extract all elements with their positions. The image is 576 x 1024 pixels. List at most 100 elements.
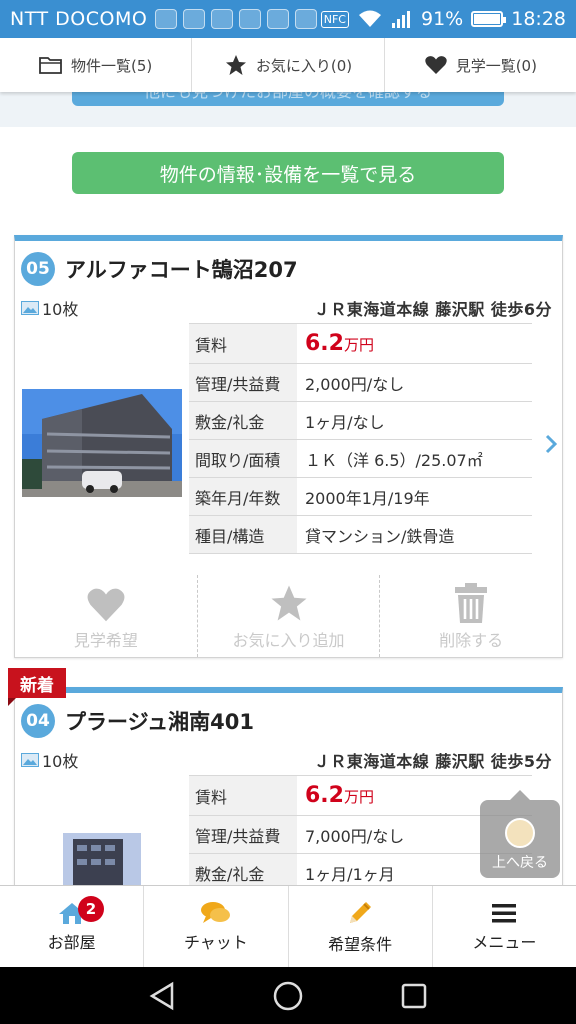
detail-value: 2000年1月/19年 bbox=[305, 488, 430, 508]
photo-count-label: 10枚 bbox=[42, 752, 79, 771]
image-icon bbox=[21, 753, 39, 767]
signal-icon bbox=[392, 11, 410, 28]
view-other-rooms-button[interactable]: 他にも見つけたお部屋の概要を確認する bbox=[72, 92, 504, 106]
star-icon bbox=[271, 585, 306, 621]
nav-label: チャット bbox=[183, 932, 248, 952]
property-number: 05 bbox=[21, 252, 55, 286]
detail-row-rent: 賃料 6.2万円 bbox=[189, 323, 532, 364]
detail-value: 貸マンション/鉄骨造 bbox=[305, 526, 455, 546]
notification-badge: 2 bbox=[78, 896, 104, 922]
chat-icon bbox=[200, 901, 230, 923]
nav-chat[interactable]: チャット bbox=[144, 886, 289, 967]
system-navigation-bar bbox=[0, 967, 576, 1024]
gallery-notification-icon bbox=[155, 9, 178, 29]
chevron-right-icon[interactable] bbox=[544, 433, 558, 455]
rent-unit: 万円 bbox=[343, 788, 374, 806]
mascot-icon bbox=[505, 818, 535, 848]
detail-label: 管理/共益費 bbox=[189, 816, 297, 853]
tab-label: お気に入り(0) bbox=[255, 56, 353, 75]
wifi-icon bbox=[359, 10, 381, 27]
view-all-specs-button[interactable]: 物件の情報･設備を一覧で見る bbox=[72, 152, 504, 194]
property-photo[interactable] bbox=[21, 323, 183, 563]
new-badge: 新着 bbox=[8, 668, 66, 706]
battery-percent: 91% bbox=[421, 8, 464, 30]
pencil-icon bbox=[350, 901, 372, 923]
pinwheel-notification-icon bbox=[211, 9, 234, 29]
gallery-notification-icon bbox=[183, 9, 206, 29]
back-triangle-icon[interactable] bbox=[148, 981, 176, 1011]
rent-price: 6.2 bbox=[305, 783, 344, 808]
nav-menu[interactable]: メニュー bbox=[433, 886, 576, 967]
card-header: 05 アルファコート鵠沼207 bbox=[15, 241, 562, 289]
detail-label: 間取り/面積 bbox=[189, 440, 297, 477]
folder-icon bbox=[39, 57, 62, 74]
app-notification-icon bbox=[239, 9, 262, 29]
detail-value: 1ヶ月/なし bbox=[305, 412, 385, 432]
nfc-icon: NFC bbox=[320, 10, 349, 28]
detail-row: 間取り/面積 １Ｋ（洋 6.5）/25.07㎡ bbox=[189, 440, 532, 478]
tab-property-list[interactable]: 物件一覧(5) bbox=[0, 38, 193, 92]
detail-label: 管理/共益費 bbox=[189, 364, 297, 401]
property-list[interactable]: 他にも見つけたお部屋の概要を確認する 物件の情報･設備を一覧で見る 05 アルフ… bbox=[0, 92, 576, 885]
more-notification-icon bbox=[295, 9, 318, 29]
detail-value: １Ｋ（洋 6.5）/25.07㎡ bbox=[305, 450, 483, 470]
detail-label: 種目/構造 bbox=[189, 516, 297, 553]
nav-label: 希望条件 bbox=[328, 934, 393, 954]
trash-icon bbox=[455, 583, 488, 623]
notification-icons bbox=[155, 9, 318, 29]
add-favorite-button[interactable]: お気に入り追加 bbox=[198, 575, 381, 657]
property-subinfo: 10枚 ＪＲ東海道本線 藤沢駅 徒歩6分 bbox=[15, 289, 562, 323]
detail-row: 敷金/礼金 1ヶ月/なし bbox=[189, 402, 532, 440]
detail-value: 2,000円/なし bbox=[305, 374, 405, 394]
heart-icon bbox=[87, 588, 125, 622]
property-tabs: 物件一覧(5) お気に入り(0) 見学一覧(0) bbox=[0, 38, 576, 92]
property-details: 賃料 6.2万円 管理/共益費 2,000円/なし 敷金/礼金 1ヶ月/なし 間… bbox=[189, 323, 532, 563]
photo-count[interactable]: 10枚 bbox=[21, 748, 78, 772]
request-visit-button[interactable]: 見学希望 bbox=[15, 575, 198, 657]
back-to-top-label: 上へ戻る bbox=[492, 855, 548, 871]
detail-label: 築年月/年数 bbox=[189, 478, 297, 515]
nav-label: メニュー bbox=[472, 932, 537, 952]
recents-square-icon[interactable] bbox=[400, 982, 428, 1010]
photo-count-label: 10枚 bbox=[42, 300, 79, 319]
top-band: 他にも見つけたお部屋の概要を確認する bbox=[0, 92, 576, 127]
action-label: お気に入り追加 bbox=[232, 631, 345, 650]
back-to-top-button[interactable]: 上へ戻る bbox=[480, 790, 560, 878]
detail-label: 敷金/礼金 bbox=[189, 854, 297, 885]
property-photo[interactable] bbox=[21, 775, 183, 885]
rent-price: 6.2 bbox=[305, 331, 344, 356]
image-icon bbox=[21, 301, 39, 315]
rent-value: 6.2万円 bbox=[297, 331, 374, 356]
tab-label: 物件一覧(5) bbox=[71, 56, 153, 75]
detail-row: 種目/構造 貸マンション/鉄骨造 bbox=[189, 516, 532, 554]
clock: 18:28 bbox=[511, 8, 566, 30]
nav-preferences[interactable]: 希望条件 bbox=[289, 886, 433, 967]
detail-value: 7,000円/なし bbox=[305, 826, 405, 846]
battery-icon bbox=[471, 11, 507, 27]
property-name[interactable]: プラージュ湘南401 bbox=[65, 706, 254, 736]
photo-count[interactable]: 10枚 bbox=[21, 296, 78, 320]
tab-label: 見学一覧(0) bbox=[455, 56, 537, 75]
detail-label: 敷金/礼金 bbox=[189, 402, 297, 439]
bottom-navigation: 2 お部屋 チャット 希望条件 メニュー bbox=[0, 885, 576, 967]
nearest-station: ＪＲ東海道本線 藤沢駅 徒歩6分 bbox=[313, 300, 552, 319]
tab-visit-list[interactable]: 見学一覧(0) bbox=[385, 38, 576, 92]
nearest-station: ＪＲ東海道本線 藤沢駅 徒歩5分 bbox=[313, 752, 552, 771]
property-name[interactable]: アルファコート鵠沼207 bbox=[65, 254, 298, 284]
card-actions: 見学希望 お気に入り追加 削除する bbox=[15, 575, 562, 657]
property-subinfo: 10枚 ＪＲ東海道本線 藤沢駅 徒歩5分 bbox=[15, 741, 562, 775]
tab-favorites[interactable]: お気に入り(0) bbox=[192, 38, 385, 92]
delete-button[interactable]: 削除する bbox=[380, 575, 562, 657]
home-circle-icon[interactable] bbox=[272, 980, 304, 1012]
rent-value: 6.2万円 bbox=[297, 783, 374, 808]
wifi-notification-icon bbox=[267, 9, 290, 29]
heart-icon bbox=[425, 56, 447, 74]
property-card[interactable]: 05 アルファコート鵠沼207 10枚 ＪＲ東海道本線 藤沢駅 徒歩6分 賃料 … bbox=[14, 235, 563, 658]
nav-label: お部屋 bbox=[47, 932, 96, 952]
detail-row: 管理/共益費 2,000円/なし bbox=[189, 364, 532, 402]
rent-unit: 万円 bbox=[343, 336, 374, 354]
hamburger-icon bbox=[492, 903, 517, 922]
building-photo bbox=[22, 389, 182, 497]
nav-rooms[interactable]: 2 お部屋 bbox=[0, 886, 145, 967]
carrier-name: NTT DOCOMO bbox=[10, 8, 148, 30]
